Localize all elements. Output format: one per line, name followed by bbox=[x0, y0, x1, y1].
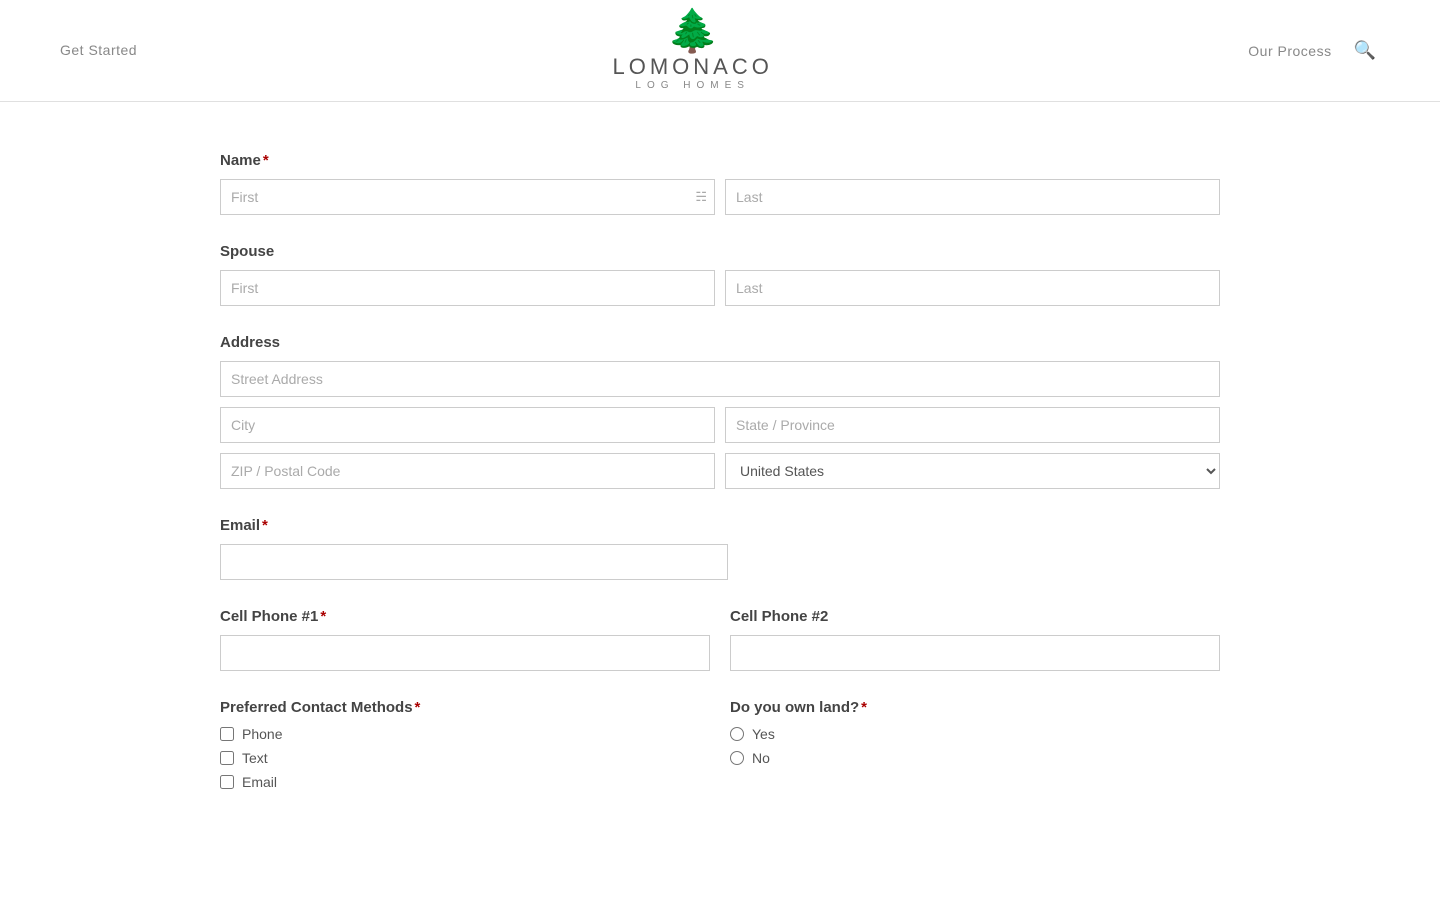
email-section: Email* bbox=[220, 517, 1220, 580]
logo-pine-icon: 🌲 bbox=[667, 10, 719, 52]
radio-yes-item[interactable]: Yes bbox=[730, 726, 1220, 742]
zip-input[interactable] bbox=[220, 453, 715, 489]
state-input[interactable] bbox=[725, 407, 1220, 443]
own-land-col: Do you own land?* Yes No bbox=[730, 699, 1220, 790]
city-wrapper bbox=[220, 407, 715, 443]
spouse-last-wrapper bbox=[725, 270, 1220, 306]
own-land-radios: Yes No bbox=[730, 726, 1220, 766]
main-content: Name* ☵ Spouse Address bbox=[190, 152, 1250, 790]
name-last-wrapper bbox=[725, 179, 1220, 215]
state-wrapper bbox=[725, 407, 1220, 443]
preferred-contact-col: Preferred Contact Methods* Phone Text Em… bbox=[220, 699, 710, 790]
name-required-star: * bbox=[263, 152, 269, 169]
spouse-input-row bbox=[220, 270, 1220, 306]
address-label: Address bbox=[220, 334, 1220, 351]
logo-subtext: LOG HOMES bbox=[635, 80, 750, 91]
contact-land-section: Preferred Contact Methods* Phone Text Em… bbox=[220, 699, 1220, 790]
city-input[interactable] bbox=[220, 407, 715, 443]
checkbox-text[interactable] bbox=[220, 751, 234, 765]
cell2-input[interactable] bbox=[730, 635, 1220, 671]
country-select[interactable]: United States Canada Other bbox=[725, 453, 1220, 489]
zip-wrapper bbox=[220, 453, 715, 489]
logo-area: 🌲 LOMONACO LOG HOMES bbox=[613, 10, 773, 91]
header-right: Our Process 🔍 bbox=[1248, 36, 1380, 65]
own-land-label: Do you own land?* bbox=[730, 699, 1220, 716]
contact-land-two-col: Preferred Contact Methods* Phone Text Em… bbox=[220, 699, 1220, 790]
spouse-last-input[interactable] bbox=[725, 270, 1220, 306]
phone-section: Cell Phone #1* Cell Phone #2 bbox=[220, 608, 1220, 671]
name-section: Name* ☵ bbox=[220, 152, 1220, 215]
own-land-required-star: * bbox=[861, 699, 867, 716]
name-input-row: ☵ bbox=[220, 179, 1220, 215]
name-first-wrapper: ☵ bbox=[220, 179, 715, 215]
preferred-contact-checkboxes: Phone Text Email bbox=[220, 726, 710, 790]
checkbox-phone-label: Phone bbox=[242, 726, 282, 742]
radio-no[interactable] bbox=[730, 751, 744, 765]
preferred-contact-required-star: * bbox=[415, 699, 421, 716]
our-process-link[interactable]: Our Process bbox=[1248, 43, 1331, 59]
country-wrapper: United States Canada Other bbox=[725, 453, 1220, 489]
phone-two-col: Cell Phone #1* Cell Phone #2 bbox=[220, 608, 1220, 671]
get-started-link[interactable]: Get Started bbox=[60, 42, 137, 58]
cell1-label: Cell Phone #1* bbox=[220, 608, 710, 625]
radio-yes-label: Yes bbox=[752, 726, 775, 742]
spouse-label: Spouse bbox=[220, 243, 1220, 260]
checkbox-phone-item[interactable]: Phone bbox=[220, 726, 710, 742]
spouse-section: Spouse bbox=[220, 243, 1220, 306]
checkbox-email[interactable] bbox=[220, 775, 234, 789]
cell1-required-star: * bbox=[320, 608, 326, 625]
address-section: Address United States Canada Other bbox=[220, 334, 1220, 489]
email-label: Email* bbox=[220, 517, 1220, 534]
nav-left[interactable]: Get Started bbox=[60, 42, 137, 60]
name-first-input[interactable] bbox=[220, 179, 715, 215]
logo-text: LOMONACO bbox=[613, 54, 773, 80]
address-city-state-row bbox=[220, 407, 1220, 443]
spouse-first-wrapper bbox=[220, 270, 715, 306]
cell1-input[interactable] bbox=[220, 635, 710, 671]
email-required-star: * bbox=[262, 517, 268, 534]
preferred-contact-label: Preferred Contact Methods* bbox=[220, 699, 710, 716]
radio-no-item[interactable]: No bbox=[730, 750, 1220, 766]
street-input[interactable] bbox=[220, 361, 1220, 397]
checkbox-text-label: Text bbox=[242, 750, 268, 766]
site-header: Get Started 🌲 LOMONACO LOG HOMES Our Pro… bbox=[0, 0, 1440, 102]
cell1-col: Cell Phone #1* bbox=[220, 608, 710, 671]
cell2-label: Cell Phone #2 bbox=[730, 608, 1220, 625]
email-input[interactable] bbox=[220, 544, 728, 580]
checkbox-email-label: Email bbox=[242, 774, 277, 790]
checkbox-email-item[interactable]: Email bbox=[220, 774, 710, 790]
cell2-col: Cell Phone #2 bbox=[730, 608, 1220, 671]
name-label: Name* bbox=[220, 152, 1220, 169]
address-zip-country-row: United States Canada Other bbox=[220, 453, 1220, 489]
search-button[interactable]: 🔍 bbox=[1350, 36, 1380, 65]
name-last-input[interactable] bbox=[725, 179, 1220, 215]
street-wrapper bbox=[220, 361, 1220, 397]
address-street-row bbox=[220, 361, 1220, 397]
radio-yes[interactable] bbox=[730, 727, 744, 741]
checkbox-text-item[interactable]: Text bbox=[220, 750, 710, 766]
email-field-wrap bbox=[220, 544, 728, 580]
checkbox-phone[interactable] bbox=[220, 727, 234, 741]
radio-no-label: No bbox=[752, 750, 770, 766]
spouse-first-input[interactable] bbox=[220, 270, 715, 306]
